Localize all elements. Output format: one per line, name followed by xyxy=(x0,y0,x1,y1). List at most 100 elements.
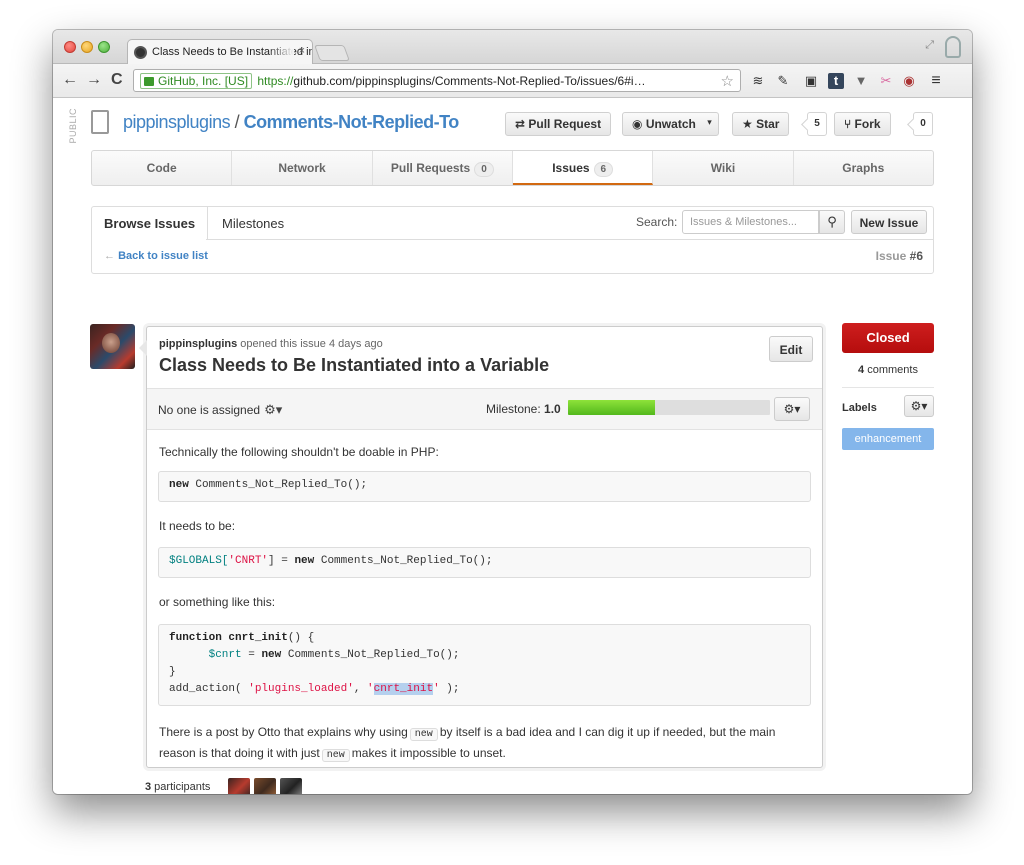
issue-title: Class Needs to Be Instantiated into a Va… xyxy=(159,355,550,375)
pull-requests-count: 0 xyxy=(474,162,494,177)
back-arrow-icon: ← xyxy=(104,250,119,262)
tab-code[interactable]: Code xyxy=(92,151,233,185)
star-count[interactable]: 5 xyxy=(807,112,827,136)
fork-button[interactable]: ⑂ Fork xyxy=(834,112,891,136)
tumblr-extension-icon[interactable]: t xyxy=(828,73,844,89)
gear-icon: ⚙▾ xyxy=(783,402,801,416)
mask-extension-icon[interactable]: ◉ xyxy=(901,73,917,89)
code-block-1: new Comments_Not_Replied_To(); xyxy=(158,471,811,502)
chrome-menu-icon[interactable]: ≡ xyxy=(928,73,944,89)
code-block-2: $GLOBALS['CNRT'] = new Comments_Not_Repl… xyxy=(158,547,811,578)
code-block-3: function cnrt_init() { $cnrt = new Comme… xyxy=(158,624,811,706)
screenshot-extension-icon[interactable]: ▣ xyxy=(803,73,819,89)
issue-number: Issue #6 xyxy=(875,249,923,263)
unwatch-button[interactable]: ◉ Unwatch ▾ xyxy=(622,112,719,136)
issues-subnav: Browse Issues Milestones Search: Issues … xyxy=(91,206,934,274)
fullscreen-icon[interactable]: ⤢ xyxy=(925,39,934,52)
browser-toolbar: ← → C GitHub, Inc. [US] https://github.c… xyxy=(53,64,972,98)
participants: 3 participants xyxy=(145,781,211,793)
repo-owner-link[interactable]: pippinsplugins xyxy=(123,112,231,132)
back-to-issue-list-link[interactable]: ← Back to issue list xyxy=(104,250,208,262)
assignee: No one is assigned ⚙▾ xyxy=(158,402,283,418)
issues-count: 6 xyxy=(593,162,614,177)
author-link[interactable]: pippinsplugins xyxy=(159,338,237,350)
body-paragraph-4: There is a post by Otto that explains wh… xyxy=(159,725,776,762)
url-text: github.com/pippinsplugins/Comments-Not-R… xyxy=(293,74,646,88)
issue-meta-bar: No one is assigned ⚙▾ Milestone: 1.0 ⚙▾ xyxy=(147,388,822,430)
milestone-progress-bar xyxy=(568,400,770,415)
ev-certificate-badge[interactable]: GitHub, Inc. [US] xyxy=(140,73,253,89)
milestone-progress-fill xyxy=(568,400,655,415)
star-button[interactable]: ★ Star xyxy=(732,112,790,136)
participant-avatar[interactable] xyxy=(228,778,250,794)
body-paragraph-3: or something like this: xyxy=(159,595,276,609)
issue-discussion: pippinsplugins opened this issue 4 days … xyxy=(139,326,823,768)
ev-label: GitHub, Inc. [US] xyxy=(158,74,249,88)
close-window-button[interactable] xyxy=(64,41,76,53)
chevron-down-icon: ▾ xyxy=(707,117,712,127)
address-bar[interactable]: GitHub, Inc. [US] https://github.com/pip… xyxy=(133,69,741,92)
participant-avatar[interactable] xyxy=(254,778,276,794)
profile-icon[interactable] xyxy=(945,36,961,58)
star-icon: ★ xyxy=(742,117,757,131)
issue-opened-meta: pippinsplugins opened this issue 4 days … xyxy=(159,338,383,350)
lock-icon xyxy=(144,77,154,86)
browser-window: Class Needs to Be Instantiated into a Va… xyxy=(53,30,972,794)
labels-gear-button[interactable]: ⚙▾ xyxy=(904,395,934,417)
repo-separator: / xyxy=(230,112,244,132)
wrench-extension-icon[interactable]: ✎ xyxy=(775,73,791,89)
pull-request-icon: ⇄ xyxy=(515,117,529,131)
search-input[interactable]: Issues & Milestones... xyxy=(682,210,819,234)
fork-count[interactable]: 0 xyxy=(913,112,933,136)
repo-nav: Code Network Pull Requests 0 Issues 6 Wiki… xyxy=(91,150,934,186)
gear-icon: ⚙▾ xyxy=(910,399,928,413)
browser-tab[interactable]: Class Needs to Be Instantiated into a Va… xyxy=(127,39,313,65)
tab-close-icon[interactable]: × xyxy=(299,45,305,57)
milestone-gear-button[interactable]: ⚙▾ xyxy=(774,397,810,421)
tab-browse-issues[interactable]: Browse Issues xyxy=(92,207,209,239)
body-paragraph-2: It needs to be: xyxy=(159,519,236,533)
repo-icon xyxy=(91,110,109,134)
edit-button[interactable]: Edit xyxy=(769,336,813,362)
divider xyxy=(92,239,933,240)
tab-network[interactable]: Network xyxy=(232,151,373,185)
new-issue-button[interactable]: New Issue xyxy=(851,210,927,234)
scissors-extension-icon[interactable]: ✂ xyxy=(878,73,894,89)
comments-count: 4 comments xyxy=(858,364,918,376)
label-enhancement[interactable]: enhancement xyxy=(842,428,934,450)
url-scheme: https:// xyxy=(257,74,294,88)
zoom-window-button[interactable] xyxy=(98,41,110,53)
status-badge[interactable]: Closed xyxy=(842,323,934,353)
participant-avatar[interactable] xyxy=(280,778,302,794)
labels-heading: Labels xyxy=(842,402,877,414)
search-icon: ⚲ xyxy=(827,214,837,229)
tab-pull-requests[interactable]: Pull Requests 0 xyxy=(373,151,513,185)
eye-icon: ◉ xyxy=(632,117,646,131)
search-label: Search: xyxy=(636,215,678,229)
body-paragraph-1: Technically the following shouldn't be d… xyxy=(159,445,439,459)
back-arrow-icon[interactable]: ← xyxy=(62,71,78,89)
tab-issues[interactable]: Issues 6 xyxy=(512,151,654,185)
divider xyxy=(842,387,934,388)
assignee-gear-icon[interactable]: ⚙▾ xyxy=(264,402,282,418)
tab-graphs[interactable]: Graphs xyxy=(794,151,933,185)
new-tab-button[interactable] xyxy=(314,45,350,61)
selected-text: cnrt_init xyxy=(373,683,434,695)
repo-name-link[interactable]: Comments-Not-Replied-To xyxy=(244,112,460,132)
page-content: PUBLIC pippinsplugins / Comments-Not-Rep… xyxy=(53,98,972,794)
public-tag: PUBLIC xyxy=(68,108,78,144)
search-button[interactable]: ⚲ xyxy=(819,210,845,234)
forward-arrow-icon[interactable]: → xyxy=(86,71,102,89)
pull-request-button[interactable]: ⇄ Pull Request xyxy=(505,112,612,136)
github-favicon-icon xyxy=(134,46,147,59)
reload-icon[interactable]: C xyxy=(111,71,123,89)
tab-wiki[interactable]: Wiki xyxy=(653,151,794,185)
pocket-extension-icon[interactable]: ▼ xyxy=(853,73,869,89)
tab-milestones[interactable]: Milestones xyxy=(210,207,296,239)
minimize-window-button[interactable] xyxy=(81,41,93,53)
bookmark-star-icon[interactable]: ☆ xyxy=(721,72,734,90)
author-avatar[interactable] xyxy=(90,324,135,369)
buffer-extension-icon[interactable]: ≋ xyxy=(750,73,766,89)
fork-icon: ⑂ xyxy=(844,117,855,131)
milestone: Milestone: 1.0 xyxy=(486,402,561,416)
